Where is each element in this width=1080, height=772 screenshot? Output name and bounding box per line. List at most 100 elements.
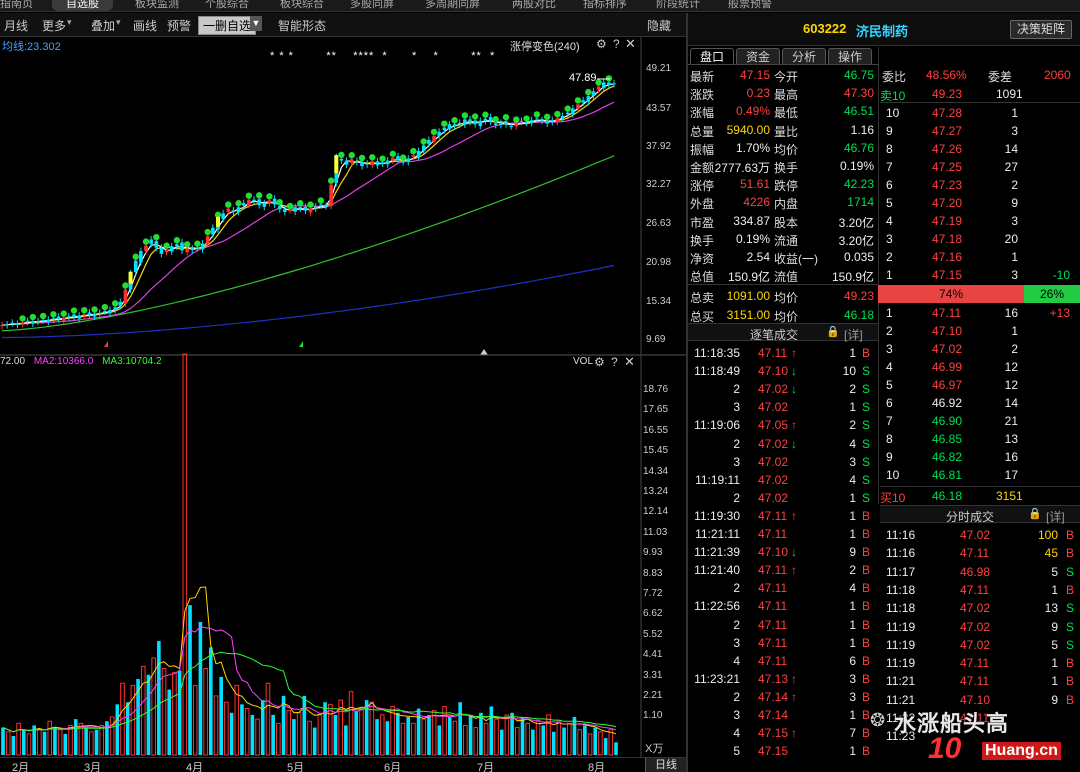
- tick-row[interactable]: 3 47.02 3 S: [690, 453, 876, 471]
- buys-level-row[interactable]: 10 46.81 17: [880, 466, 1080, 484]
- minute-row[interactable]: 11:19 47.02 9 S: [880, 618, 1080, 636]
- minute-row[interactable]: 11:17 46.98 5 S: [880, 563, 1080, 581]
- buys-level-row[interactable]: 2 47.10 1: [880, 322, 1080, 340]
- tick-row[interactable]: 3 47.11 1 B: [690, 634, 876, 652]
- tick-row[interactable]: 11:22:56 47.11 1 B: [690, 597, 876, 615]
- minute-detail-button[interactable]: [详]: [1046, 508, 1065, 525]
- top-tab-3[interactable]: 个股综合: [205, 0, 249, 11]
- tab-pankou[interactable]: 盘口: [690, 48, 734, 65]
- watchlist-dropdown-icon[interactable]: ▼: [250, 16, 262, 31]
- period-button[interactable]: 月线: [4, 17, 28, 34]
- minute-row[interactable]: 11:19 47.11 1 B: [880, 654, 1080, 672]
- tick-row[interactable]: 2 47.14 ↑ 3 B: [690, 688, 876, 706]
- top-tab-8[interactable]: 指标排序: [583, 0, 627, 11]
- candle-body: [20, 322, 25, 324]
- tick-row[interactable]: 3 47.14 1 B: [690, 706, 876, 724]
- draw-line-button[interactable]: 画线: [133, 17, 157, 34]
- sells-level-row[interactable]: 10 47.28 1: [880, 104, 1080, 122]
- overlay-button[interactable]: 叠加: [91, 17, 115, 34]
- minute-row[interactable]: 11:18 47.11 1 B: [880, 581, 1080, 599]
- sells-level-row[interactable]: 6 47.23 2: [880, 176, 1080, 194]
- minute-lock-icon[interactable]: 🔒: [1028, 507, 1042, 520]
- hide-button[interactable]: 隐藏: [647, 17, 671, 34]
- sells-level-row[interactable]: 5 47.20 9: [880, 194, 1080, 212]
- signal-dot: [574, 97, 582, 104]
- kline-chart[interactable]: [0, 75, 616, 355]
- buys-level-row[interactable]: 7 46.90 21: [880, 412, 1080, 430]
- sells-level-row[interactable]: 1 47.15 3 -10: [880, 266, 1080, 284]
- scroll-marker[interactable]: [480, 349, 488, 355]
- period-toggle-button[interactable]: 日线: [645, 758, 686, 772]
- top-tab-5[interactable]: 多股同屏: [350, 0, 394, 11]
- tick-row[interactable]: 11:21:11 47.11 1 B: [690, 525, 876, 543]
- tab-operation[interactable]: 操作: [828, 48, 872, 65]
- tick-detail-button[interactable]: [详]: [844, 326, 863, 343]
- vol-close-icon[interactable]: ✕: [624, 354, 635, 370]
- sells-level-row[interactable]: 9 47.27 3: [880, 122, 1080, 140]
- tab-funds[interactable]: 资金: [736, 48, 780, 65]
- tick-row[interactable]: 4 47.11 6 B: [690, 652, 876, 670]
- help-icon[interactable]: ?: [613, 37, 620, 51]
- tick-row[interactable]: 11:19:30 47.11 ↑ 1 B: [690, 507, 876, 525]
- tab-analysis[interactable]: 分析: [782, 48, 826, 65]
- tick-row[interactable]: 2 47.02 1 S: [690, 489, 876, 507]
- minute-row[interactable]: 11:16 47.02 100 B: [880, 526, 1080, 544]
- vol-help-icon[interactable]: ?: [611, 355, 618, 369]
- top-tab-9[interactable]: 阶段统计: [656, 0, 700, 11]
- top-tab-4[interactable]: 板块综合: [280, 0, 324, 11]
- order-ratio-row: 委比 48.56% 委差 2060: [880, 66, 1080, 84]
- warn-button[interactable]: 预警: [167, 17, 191, 34]
- top-tab-10[interactable]: 般票预警: [728, 0, 772, 11]
- sells-level-row[interactable]: 3 47.18 20: [880, 230, 1080, 248]
- vol-gear-icon[interactable]: ⚙: [594, 355, 605, 369]
- more-dropdown-icon[interactable]: ▾: [67, 17, 72, 28]
- tick-row[interactable]: 11:21:40 47.11 ↑ 2 B: [690, 561, 876, 579]
- tick-row[interactable]: 3 47.02 1 S: [690, 398, 876, 416]
- candle-body: [262, 203, 267, 207]
- sells-level-row[interactable]: 4 47.19 3: [880, 212, 1080, 230]
- gear-icon[interactable]: ⚙: [596, 37, 607, 51]
- tick-row[interactable]: 11:19:06 47.05 ↑ 2 S: [690, 416, 876, 434]
- buys-level-row[interactable]: 4 46.99 12: [880, 358, 1080, 376]
- tick-row[interactable]: 11:23:21 47.13 ↑ 3 B: [690, 670, 876, 688]
- sells-level-row[interactable]: 8 47.26 14: [880, 140, 1080, 158]
- tick-row[interactable]: 11:18:35 47.11 ↑ 1 B: [690, 344, 876, 362]
- lock-icon[interactable]: 🔒: [826, 325, 840, 338]
- tick-row[interactable]: 2 47.02 ↓ 2 S: [690, 380, 876, 398]
- tick-row[interactable]: 11:19:11 47.02 4 S: [690, 471, 876, 489]
- buys-level-row[interactable]: 8 46.85 13: [880, 430, 1080, 448]
- sells-level-row[interactable]: 7 47.25 27: [880, 158, 1080, 176]
- tick-row[interactable]: 11:18:49 47.10 ↓ 10 S: [690, 362, 876, 380]
- minute-row[interactable]: 11:21 47.11 1 B: [880, 672, 1080, 690]
- sells-level-row[interactable]: 2 47.16 1: [880, 248, 1080, 266]
- tick-row[interactable]: 4 47.15 ↑ 7 B: [690, 724, 876, 742]
- buys-level-row[interactable]: 9 46.82 16: [880, 448, 1080, 466]
- tick-row[interactable]: 2 47.02 ↓ 4 S: [690, 435, 876, 453]
- tick-row[interactable]: 2 47.11 4 B: [690, 579, 876, 597]
- arrow-down-icon: ↓: [791, 382, 797, 397]
- minute-row[interactable]: 11:16 47.11 45 B: [880, 544, 1080, 562]
- top-tab-6[interactable]: 多周期同屏: [425, 0, 480, 11]
- buys-level-row[interactable]: 1 47.11 16 +13: [880, 304, 1080, 322]
- minute-row[interactable]: 11:19 47.02 5 S: [880, 636, 1080, 654]
- top-tab-2[interactable]: 板块监测: [135, 0, 179, 11]
- tick-row[interactable]: 2 47.11 1 B: [690, 616, 876, 634]
- top-tab-0[interactable]: 指南页: [0, 0, 33, 11]
- chart-area[interactable]: [0, 37, 686, 757]
- more-button[interactable]: 更多: [42, 17, 66, 34]
- buys-level-row[interactable]: 6 46.92 14: [880, 394, 1080, 412]
- top-tab-7[interactable]: 两股对比: [512, 0, 556, 11]
- tick-row[interactable]: 5 47.15 1 B: [690, 742, 876, 760]
- minute-row[interactable]: 11:18 47.02 13 S: [880, 599, 1080, 617]
- buys-level-row[interactable]: 3 47.02 2: [880, 340, 1080, 358]
- volume-chart[interactable]: [1, 353, 618, 756]
- indicator-label[interactable]: 涨停变色(240): [510, 38, 580, 54]
- delete-watchlist-button[interactable]: 一删自选: [198, 16, 257, 35]
- top-tab-1[interactable]: 自选股: [52, 0, 113, 11]
- overlay-dropdown-icon[interactable]: ▾: [116, 17, 121, 28]
- close-icon[interactable]: ✕: [625, 36, 636, 52]
- tick-row[interactable]: 11:21:39 47.10 ↓ 9 B: [690, 543, 876, 561]
- decision-matrix-button[interactable]: 决策矩阵: [1010, 20, 1072, 39]
- smart-shape-button[interactable]: 智能形态: [278, 17, 326, 34]
- buys-level-row[interactable]: 5 46.97 12: [880, 376, 1080, 394]
